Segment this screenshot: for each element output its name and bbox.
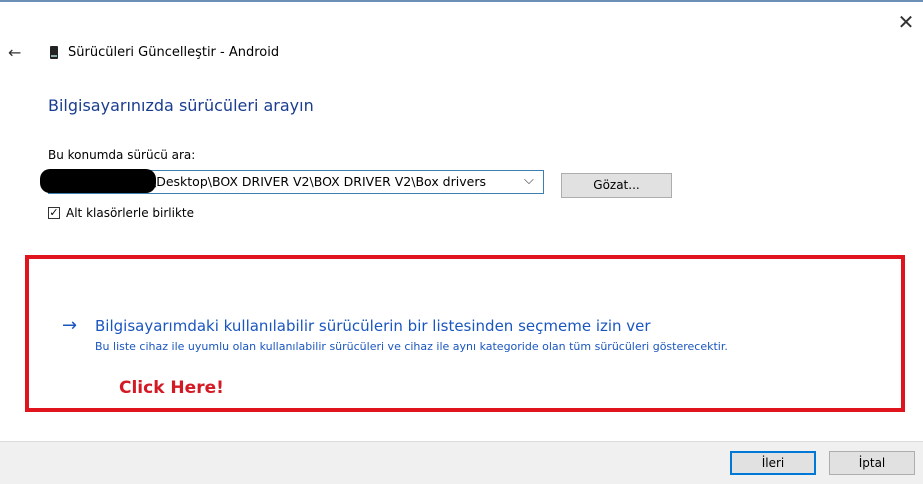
chevron-down-icon[interactable]: ⌵: [524, 173, 534, 188]
window-title: Sürücüleri Güncelleştir - Android: [68, 45, 280, 60]
pick-from-list-link[interactable]: Bilgisayarımdaki kullanılabilir sürücüle…: [95, 317, 651, 335]
browse-button[interactable]: Gözat...: [561, 173, 672, 198]
pick-from-list-description: Bu liste cihaz ile uyumlu olan kullanıla…: [95, 340, 728, 353]
subfolders-checkbox[interactable]: ✓: [48, 207, 60, 219]
next-button[interactable]: İleri: [730, 451, 816, 475]
window-top-border: [0, 0, 923, 2]
subfolders-label[interactable]: Alt klasörlerle birlikte: [66, 206, 194, 220]
close-icon[interactable]: ✕: [896, 12, 916, 32]
back-arrow-icon[interactable]: ←: [8, 44, 28, 62]
click-here-annotation: Click Here!: [119, 378, 224, 398]
search-location-label: Bu konumda sürücü ara:: [48, 148, 196, 162]
path-value[interactable]: \Desktop\BOX DRIVER V2\BOX DRIVER V2\Box…: [152, 174, 486, 189]
page-heading: Bilgisayarınızda sürücüleri arayın: [48, 96, 314, 115]
device-icon: [50, 46, 58, 59]
cancel-button[interactable]: İptal: [829, 451, 915, 475]
redaction-mark: [40, 169, 156, 193]
arrow-right-icon[interactable]: →: [62, 315, 77, 336]
